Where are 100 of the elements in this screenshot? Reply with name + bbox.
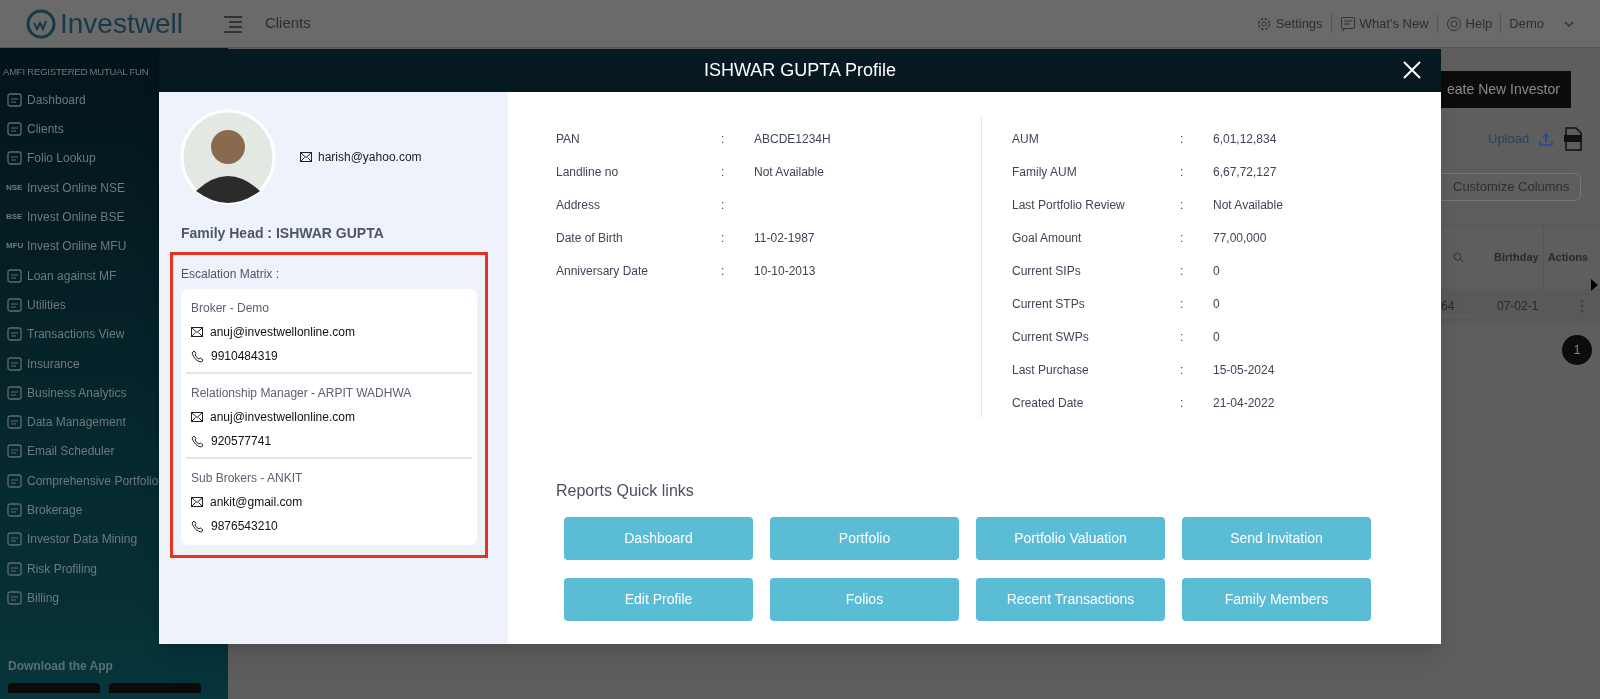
sidebar-item[interactable]: Investor Data Mining [27,530,138,549]
dialog-title: ISHWAR GUPTA Profile [703,59,896,82]
user-menu[interactable]: Demo [1509,13,1544,34]
email-icon [191,497,203,507]
quick-link-button[interactable]: Portfolio Valuation [976,517,1165,560]
colon-separator: : [1180,395,1185,412]
detail-label: Address [556,197,602,214]
sidebar-item[interactable]: Data Management [27,413,126,432]
sidebar-item[interactable]: Dashboard [27,90,86,109]
detail-label: Goal Amount [1012,230,1083,247]
colon-separator: : [721,131,726,148]
outline-icon[interactable] [6,414,23,431]
detail-value: Not Available [1213,197,1283,214]
contact-phone: 9910484319 [211,348,278,365]
contact-email: anuj@investwellonline.com [210,409,355,426]
chevron-down-icon[interactable] [1564,20,1574,27]
logo-icon [26,8,56,39]
email-text: harish@yahoo.com [318,149,422,166]
colon-separator: : [1180,230,1185,247]
outline-icon[interactable] [6,472,23,489]
sidebar-item[interactable]: Comprehensive Portfolio [27,471,159,490]
phone-icon [191,434,204,448]
sidebar-item[interactable]: Risk Profiling [27,559,98,578]
outline-icon[interactable] [6,560,23,577]
header-link[interactable]: What's New [1359,13,1429,34]
email-icon [300,152,312,162]
quick-link-button[interactable]: Family Members [1182,578,1371,621]
menu-icon-label: NSE [6,181,23,194]
outline-icon[interactable] [6,296,23,313]
detail-value: 77,00,000 [1213,230,1267,247]
colon-separator: : [1180,197,1185,214]
outline-icon[interactable] [6,384,23,401]
quick-link-button[interactable]: Edit Profile [564,578,753,621]
scroll-right-icon[interactable] [1591,279,1598,291]
sidebar-item[interactable]: Loan against MF [27,266,117,285]
colon-separator: : [721,164,726,181]
outline-icon[interactable] [6,267,23,284]
colon-separator: : [721,263,726,280]
detail-value: Not Available [754,164,824,181]
menu-icon-label: BSE [6,211,23,224]
detail-label: Current SWPs [1012,329,1090,346]
close-icon[interactable] [1403,61,1421,79]
upload-icon[interactable] [1539,132,1554,146]
gear-icon[interactable] [1255,15,1272,32]
detail-label: Anniversary Date [556,263,650,280]
sidebar-item[interactable]: Utilities [27,295,66,314]
create-investor-button[interactable]: eate New Investor [1441,71,1571,108]
outline-icon[interactable] [6,326,23,343]
detail-label: Landline no [556,164,620,181]
help-icon[interactable] [1445,15,1462,32]
sidebar-item[interactable]: Folio Lookup [27,149,96,168]
quick-link-button[interactable]: Folios [770,578,959,621]
sidebar-item[interactable]: Invest Online NSE [27,178,126,197]
sidebar-item[interactable]: Transactions View [27,325,125,344]
contact-email: anuj@investwellonline.com [210,324,355,341]
outline-icon[interactable] [6,91,23,108]
outline-icon[interactable] [6,121,23,138]
outline-icon[interactable] [6,443,23,460]
header-link[interactable]: Settings [1275,13,1323,34]
contact-role: Broker - Demo [191,300,271,317]
spreadsheet-file-icon[interactable] [1563,127,1584,151]
quick-link-button[interactable]: Send Invitation [1182,517,1371,560]
colon-separator: : [721,197,726,214]
outline-icon[interactable] [6,589,23,606]
header-link[interactable]: Help [1465,13,1493,34]
outline-icon[interactable] [6,502,23,519]
menu-icon[interactable] [222,14,243,33]
quick-link-button[interactable]: Portfolio [770,517,959,560]
detail-label: PAN [556,131,581,148]
phone-icon [191,349,204,363]
sidebar-item[interactable]: Invest Online MFU [27,237,127,256]
detail-label: Date of Birth [556,230,624,247]
chat-icon[interactable] [1339,15,1356,32]
menu-icon-label: MFU [6,240,23,253]
sidebar-item[interactable]: Business Analytics [27,383,127,402]
page-number-button[interactable]: 1 [1562,335,1592,365]
colon-separator: : [1180,296,1185,313]
outline-icon[interactable] [6,531,23,548]
detail-value: 0 [1213,329,1220,346]
quick-link-button[interactable]: Dashboard [564,517,753,560]
detail-value: 21-04-2022 [1213,395,1275,412]
sidebar-item[interactable]: Billing [27,588,59,607]
sidebar-item[interactable]: Brokerage [27,501,83,520]
sidebar-item[interactable]: Clients [27,120,64,139]
detail-value: 0 [1213,263,1220,280]
detail-label: Last Purchase [1012,362,1090,379]
section-heading: Reports Quick links [556,481,695,501]
logo-text: Investwell [60,9,183,38]
quick-link-button[interactable]: Recent Transactions [976,578,1165,621]
contact-email: ankit@gmail.com [210,494,303,511]
sidebar-item[interactable]: Invest Online BSE [27,208,125,227]
outline-icon[interactable] [6,150,23,167]
detail-label: AUM [1012,131,1040,148]
escalation-heading: Escalation Matrix : [181,266,281,283]
search-icon[interactable] [1453,252,1464,263]
page-title: Clients [264,13,311,34]
outline-icon[interactable] [6,355,23,372]
sidebar-item[interactable]: Email Scheduler [27,442,115,461]
sidebar-item[interactable]: Insurance [27,354,80,373]
detail-label: Created Date [1012,395,1085,412]
